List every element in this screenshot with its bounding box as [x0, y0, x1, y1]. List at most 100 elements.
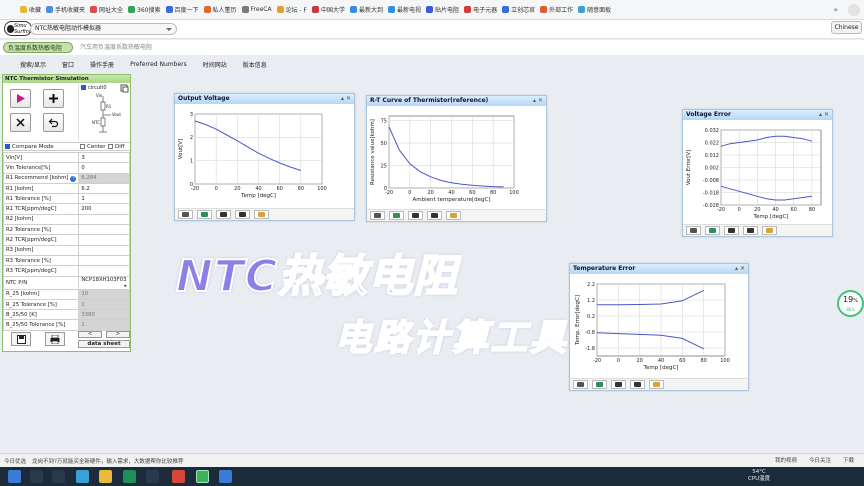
list-tool-button[interactable] [370, 211, 385, 220]
status-download[interactable]: 下载 [843, 456, 854, 464]
list-tool-button[interactable] [573, 380, 588, 389]
image-tool-button[interactable] [762, 226, 777, 235]
param-value[interactable] [78, 234, 130, 246]
param-value[interactable]: 0 [78, 162, 130, 174]
cpu-gauge[interactable]: 19% 8K/s [837, 290, 864, 317]
edge-icon[interactable] [123, 470, 136, 483]
compare-mode-checkbox[interactable]: Compare Mode [5, 143, 54, 152]
store-icon[interactable] [146, 470, 159, 483]
menu-version[interactable]: 版本信息 [243, 60, 267, 69]
run-button[interactable] [10, 89, 31, 108]
bookmark-item[interactable]: 网址大全 [90, 5, 123, 14]
list-tool-button[interactable] [178, 210, 193, 219]
param-value[interactable] [78, 265, 130, 277]
bookmark-item[interactable]: 中国大学 [312, 5, 345, 14]
next-button[interactable]: > [106, 331, 130, 338]
param-value[interactable] [78, 213, 130, 226]
bookmark-item[interactable]: 手机收藏夹 [46, 5, 85, 14]
chart-tool-button[interactable] [389, 211, 404, 220]
bookmark-item[interactable]: FreeCA [241, 6, 272, 13]
print-tool-button[interactable] [630, 380, 645, 389]
datasheet-button[interactable]: data sheet [78, 340, 130, 348]
menu-preferred-numbers[interactable]: Preferred Numbers [130, 61, 187, 68]
tab-ntc[interactable]: 负温度系数热敏电阻 [3, 42, 73, 53]
window-title[interactable]: Temperature Error [570, 264, 748, 274]
app-icon[interactable] [172, 470, 185, 483]
bookmark-item[interactable]: 外部工作 [540, 5, 573, 14]
param-value[interactable]: 3 [78, 151, 130, 164]
tab-automotive-ntc[interactable]: 汽车用负温度系数热敏电阻 [76, 42, 169, 53]
tools-tool-button[interactable] [408, 211, 423, 220]
menu-manual[interactable]: 操作手册 [90, 60, 114, 69]
param-value[interactable]: 1 [78, 193, 130, 205]
help-icon[interactable]: ? [70, 175, 77, 182]
undo-button[interactable] [43, 113, 64, 132]
window-title[interactable]: Output Voltage [175, 94, 354, 104]
chart-tool-button[interactable] [197, 210, 212, 219]
window-icon[interactable] [219, 470, 232, 483]
param-value[interactable]: NCP18XH103F03 ▸ [78, 275, 130, 290]
bookmark-item[interactable]: 电子元器 [464, 5, 497, 14]
status-follow[interactable]: 今日关注 [809, 456, 831, 464]
status-today[interactable]: 今日优选 [4, 457, 26, 465]
browser-menu-icon[interactable] [848, 4, 860, 16]
tray-temperature[interactable]: 54°C CPU温度 [748, 469, 770, 483]
windows-start-icon[interactable] [8, 470, 21, 483]
folder-icon[interactable] [99, 470, 112, 483]
browser-icon[interactable] [196, 470, 209, 483]
language-button[interactable]: Chinese [831, 21, 862, 34]
window-controls[interactable]: ▴ ✕ [341, 94, 351, 104]
bookmark-item[interactable]: 百度一下 [165, 5, 199, 14]
tools-tool-button[interactable] [611, 380, 626, 389]
bookmark-item[interactable]: 最新大到 [350, 5, 383, 14]
menu-search-display[interactable]: 搜索/显示 [20, 60, 46, 69]
window-controls[interactable]: ▴ ✕ [735, 264, 745, 274]
image-tool-button[interactable] [649, 380, 664, 389]
rt-curve-window[interactable]: R-T Curve of Thermistor(reference) ▴ ✕ -… [366, 95, 547, 222]
print-tool-button[interactable] [743, 226, 758, 235]
window-title[interactable]: R-T Curve of Thermistor(reference) [367, 96, 546, 106]
search-icon[interactable] [30, 470, 43, 483]
add-button[interactable] [43, 89, 64, 108]
temperature-error-window[interactable]: Temperature Error ▴ ✕ -20 0 20 40 60 80 100 2.2… [569, 263, 749, 391]
tools-tool-button[interactable] [724, 226, 739, 235]
list-tool-button[interactable] [686, 226, 701, 235]
print-tool-button[interactable] [235, 210, 250, 219]
explorer-icon[interactable] [76, 470, 89, 483]
window-title[interactable]: Voltage Error [683, 110, 832, 120]
print-tool-button[interactable] [427, 211, 442, 220]
save-button[interactable] [11, 332, 31, 346]
image-tool-button[interactable] [446, 211, 461, 220]
tools-tool-button[interactable] [216, 210, 231, 219]
menu-website[interactable]: 时间网站 [203, 60, 227, 69]
bookmark-item[interactable]: 立创芯官 [502, 5, 535, 14]
tools-button[interactable] [10, 113, 31, 132]
bookmark-item[interactable]: 私人董历 [203, 5, 237, 14]
window-controls[interactable]: ▴ ✕ [533, 96, 543, 106]
bookmark-item[interactable]: 360搜索 [128, 5, 161, 14]
status-ad[interactable]: 龙岗不到?万就能买全新硬件，输入需求，大数据帮你比较推荐 [32, 457, 183, 465]
param-value[interactable] [78, 254, 130, 267]
bookmark-item[interactable]: 最新电视 [388, 5, 421, 14]
status-video[interactable]: 我的视频 [775, 456, 797, 464]
chart-tool-button[interactable] [705, 226, 720, 235]
chart-tool-button[interactable] [592, 380, 607, 389]
bookmarks-more[interactable]: » [834, 6, 838, 14]
diff-checkbox[interactable]: Diff [108, 143, 125, 152]
dropdown-arrow-icon[interactable]: ▸ [124, 283, 127, 289]
menu-window[interactable]: 窗口 [62, 60, 74, 69]
center-checkbox[interactable]: Center [80, 143, 106, 152]
bookmark-item[interactable]: 随意面板 [578, 5, 611, 14]
param-value[interactable]: 200 [78, 203, 130, 215]
task-view-icon[interactable] [52, 470, 65, 483]
bookmark-item[interactable]: 贴片电阻 [426, 5, 459, 14]
print-button[interactable] [45, 332, 65, 346]
bookmark-item[interactable]: 论坛 - F [276, 5, 307, 14]
output-voltage-window[interactable]: Output Voltage ▴ ✕ -20 0 20 40 60 80 100 3 2 1 0 Te… [174, 93, 355, 221]
voltage-error-window[interactable]: Voltage Error ▴ ✕ -20 0 20 40 60 80 0.032 0.022… [682, 109, 833, 237]
param-value[interactable]: 6.2 [78, 182, 130, 195]
window-controls[interactable]: ▴ ✕ [819, 110, 829, 120]
prev-button[interactable]: < [78, 331, 102, 338]
circuit-checkbox[interactable]: circuit0 [81, 85, 107, 91]
bookmark-item[interactable]: 收藏 [20, 5, 41, 14]
